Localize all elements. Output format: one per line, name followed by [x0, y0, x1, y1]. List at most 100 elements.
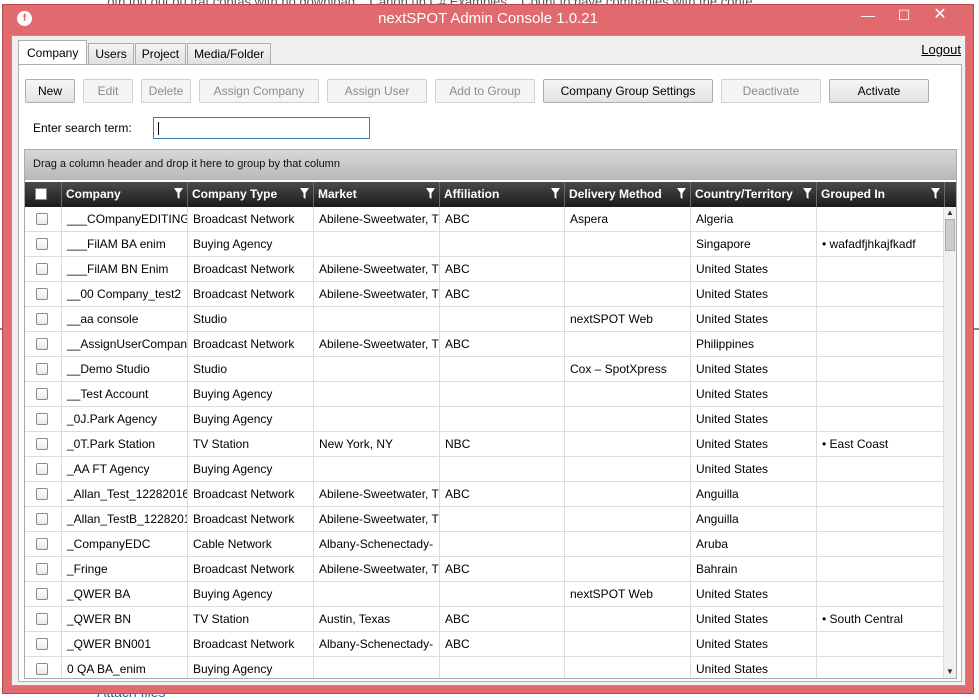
row-checkbox[interactable] [36, 563, 48, 575]
table-row[interactable]: ___COmpanyEDITING Broadcast Network Abilen… [25, 207, 945, 232]
table-row[interactable]: _Allan_TestB_12282016 Broadcast Network Ab… [25, 507, 945, 532]
filter-funnel-icon[interactable] [551, 188, 560, 200]
cell-company: __Test Account [62, 382, 188, 406]
cell-grouped-in [817, 557, 945, 581]
table-row[interactable]: __Test Account Buying Agency United States [25, 382, 945, 407]
table-row[interactable]: _Allan_Test_12282016 Broadcast Network Abi… [25, 482, 945, 507]
header-select-all-cell [25, 182, 62, 207]
logout-link[interactable]: Logout [921, 42, 961, 57]
table-row[interactable]: ___FilAM BA enim Buying Agency Singapore • … [25, 232, 945, 257]
filter-funnel-icon[interactable] [803, 188, 812, 200]
cell-market: Abilene-Sweetwater, T [314, 482, 440, 506]
scroll-down-arrow-icon[interactable]: ▼ [944, 666, 956, 678]
group-by-panel[interactable]: Drag a column header and drop it here to… [25, 150, 956, 180]
cell-delivery-method [565, 407, 691, 431]
add-to-group-button[interactable]: Add to Group [435, 79, 535, 103]
column-header-company[interactable]: Company [62, 182, 188, 207]
vertical-scrollbar[interactable]: ▲ ▼ [943, 207, 956, 678]
tab-project[interactable]: Project [134, 43, 187, 65]
filter-funnel-icon[interactable] [426, 188, 435, 200]
cell-affiliation: ABC [440, 207, 565, 231]
row-checkbox[interactable] [36, 213, 48, 225]
cell-delivery-method: Aspera [565, 207, 691, 231]
search-input[interactable] [153, 117, 370, 139]
cell-company-type: Broadcast Network [188, 632, 314, 656]
row-checkbox[interactable] [36, 513, 48, 525]
table-row[interactable]: _QWER BN TV Station Austin, Texas ABC United… [25, 607, 945, 632]
filter-funnel-icon[interactable] [300, 188, 309, 200]
select-all-checkbox[interactable] [35, 188, 47, 200]
scroll-up-arrow-icon[interactable]: ▲ [944, 207, 956, 219]
delete-button[interactable]: Delete [141, 79, 191, 103]
row-checkbox[interactable] [36, 338, 48, 350]
text-caret [158, 122, 159, 135]
table-row[interactable]: __00 Company_test2 Broadcast Network Abile… [25, 282, 945, 307]
company-group-settings-button[interactable]: Company Group Settings [543, 79, 713, 103]
tab-media-folder[interactable]: Media/Folder [187, 43, 272, 65]
row-checkbox[interactable] [36, 588, 48, 600]
row-checkbox[interactable] [36, 638, 48, 650]
column-header-company-type[interactable]: Company Type [188, 182, 314, 207]
row-checkbox[interactable] [36, 413, 48, 425]
table-row[interactable]: ___FilAM BN Enim Broadcast Network Abilene… [25, 257, 945, 282]
minimize-button[interactable]: — [855, 5, 881, 25]
new-button[interactable]: New [25, 79, 75, 103]
table-row[interactable]: 0 QA BA_enim Buying Agency United States [25, 657, 945, 678]
cell-delivery-method: nextSPOT Web [565, 582, 691, 606]
cell-delivery-method [565, 632, 691, 656]
row-checkbox[interactable] [36, 613, 48, 625]
table-row[interactable]: __aa console Studio nextSPOT Web United Sta… [25, 307, 945, 332]
cell-delivery-method [565, 482, 691, 506]
row-checkbox[interactable] [36, 663, 48, 675]
table-row[interactable]: _QWER BA Buying Agency nextSPOT Web United … [25, 582, 945, 607]
grid-body: ___COmpanyEDITING Broadcast Network Abilen… [25, 207, 956, 678]
cell-company: _AA FT Agency [62, 457, 188, 481]
row-checkbox[interactable] [36, 538, 48, 550]
row-checkbox[interactable] [36, 313, 48, 325]
row-checkbox[interactable] [36, 438, 48, 450]
column-header-label: Grouped In [821, 187, 885, 201]
filter-funnel-icon[interactable] [931, 188, 940, 200]
maximize-button[interactable]: ☐ [891, 5, 917, 25]
row-checkbox[interactable] [36, 363, 48, 375]
row-checkbox[interactable] [36, 463, 48, 475]
table-row[interactable]: _0T.Park Station TV Station New York, NY NB… [25, 432, 945, 457]
column-header-affiliation[interactable]: Affiliation [440, 182, 565, 207]
table-row[interactable]: _0J.Park Agency Buying Agency United State… [25, 407, 945, 432]
close-button[interactable]: ✕ [927, 5, 953, 25]
tab-company[interactable]: Company [18, 40, 88, 66]
row-checkbox[interactable] [36, 263, 48, 275]
table-row[interactable]: _Fringe Broadcast Network Abilene-Sweetwat… [25, 557, 945, 582]
cell-company-type: TV Station [188, 607, 314, 631]
row-checkbox[interactable] [36, 238, 48, 250]
cell-market: Abilene-Sweetwater, T [314, 507, 440, 531]
table-row[interactable]: _QWER BN001 Broadcast Network Albany-Schen… [25, 632, 945, 657]
edit-button[interactable]: Edit [83, 79, 133, 103]
cell-company-type: Broadcast Network [188, 257, 314, 281]
table-row[interactable]: __AssignUserCompany Broadcast Network Abil… [25, 332, 945, 357]
scrollbar-thumb[interactable] [945, 219, 955, 251]
title-bar[interactable]: f nextSPOT Admin Console 1.0.21 — ☐ ✕ [3, 5, 973, 33]
cell-company-type: Studio [188, 307, 314, 331]
tab-users[interactable]: Users [88, 43, 134, 65]
activate-button[interactable]: Activate [829, 79, 929, 103]
table-row[interactable]: _CompanyEDC Cable Network Albany-Schenecta… [25, 532, 945, 557]
table-row[interactable]: __Demo Studio Studio Cox – SpotXpress Unite… [25, 357, 945, 382]
cell-delivery-method: Cox – SpotXpress [565, 357, 691, 381]
deactivate-button[interactable]: Deactivate [721, 79, 821, 103]
filter-funnel-icon[interactable] [174, 188, 183, 200]
column-header-country-territory[interactable]: Country/Territory [691, 182, 817, 207]
column-header-delivery-method[interactable]: Delivery Method [565, 182, 691, 207]
table-row[interactable]: _AA FT Agency Buying Agency United States [25, 457, 945, 482]
assign-company-button[interactable]: Assign Company [199, 79, 319, 103]
row-checkbox[interactable] [36, 288, 48, 300]
cell-grouped-in [817, 382, 945, 406]
filter-funnel-icon[interactable] [677, 188, 686, 200]
column-header-grouped-in[interactable]: Grouped In [817, 182, 945, 207]
cell-grouped-in [817, 507, 945, 531]
column-header-label: Company Type [192, 187, 278, 201]
row-checkbox[interactable] [36, 388, 48, 400]
column-header-market[interactable]: Market [314, 182, 440, 207]
assign-user-button[interactable]: Assign User [327, 79, 427, 103]
row-checkbox[interactable] [36, 488, 48, 500]
